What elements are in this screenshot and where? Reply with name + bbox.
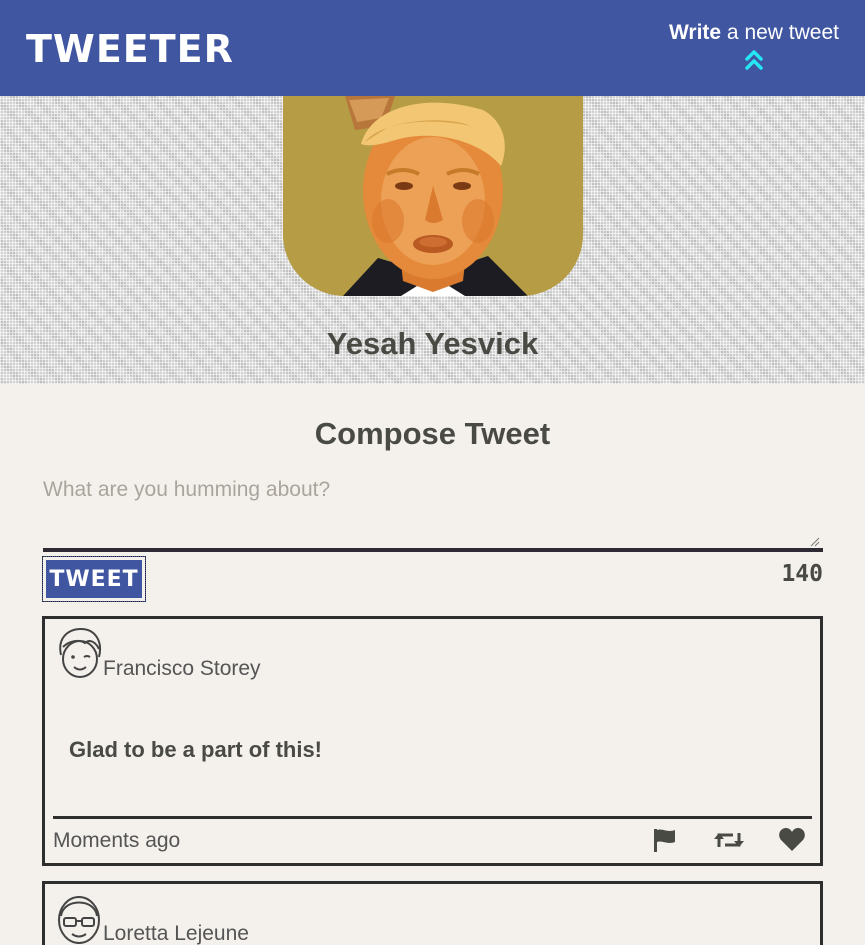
character-counter: 140 [781,561,823,587]
compose-title: Compose Tweet [314,416,551,451]
tweet-footer: Moments ago [53,816,812,864]
profile-avatar [283,96,583,296]
top-nav: TWEETER Write a new tweet [0,0,865,96]
tweet-button[interactable]: TWEET [42,556,146,602]
retweet-icon[interactable] [713,827,745,853]
user-avatar-icon [58,896,100,944]
resize-grip-icon[interactable] [810,537,820,547]
profile-name: Yesah Yesvick [326,326,539,361]
profile-header: Yesah Yesvick [0,96,865,384]
brand-logo: TWEETER [26,27,234,71]
write-label: Write [668,21,722,44]
write-new-tweet-toggle[interactable]: Write a new tweet [669,21,839,71]
tweet-card: Francisco Storey Glad to be a part of th… [42,616,823,866]
flag-icon[interactable] [651,827,679,853]
tweet-author: Francisco Storey [103,657,261,680]
new-tweet-label: a new tweet [721,21,839,44]
heart-icon[interactable] [778,827,806,853]
tweet-timestamp: Moments ago [53,829,181,852]
double-chevron-up-icon[interactable] [745,49,763,71]
tweet-card: Loretta Lejeune [42,881,823,945]
profile-avatar-image [283,96,583,296]
tweet-content: Glad to be a part of this! [69,737,323,762]
user-avatar-icon [59,627,101,678]
tweet-author: Loretta Lejeune [103,922,249,945]
tweet-text-input[interactable] [43,478,823,552]
